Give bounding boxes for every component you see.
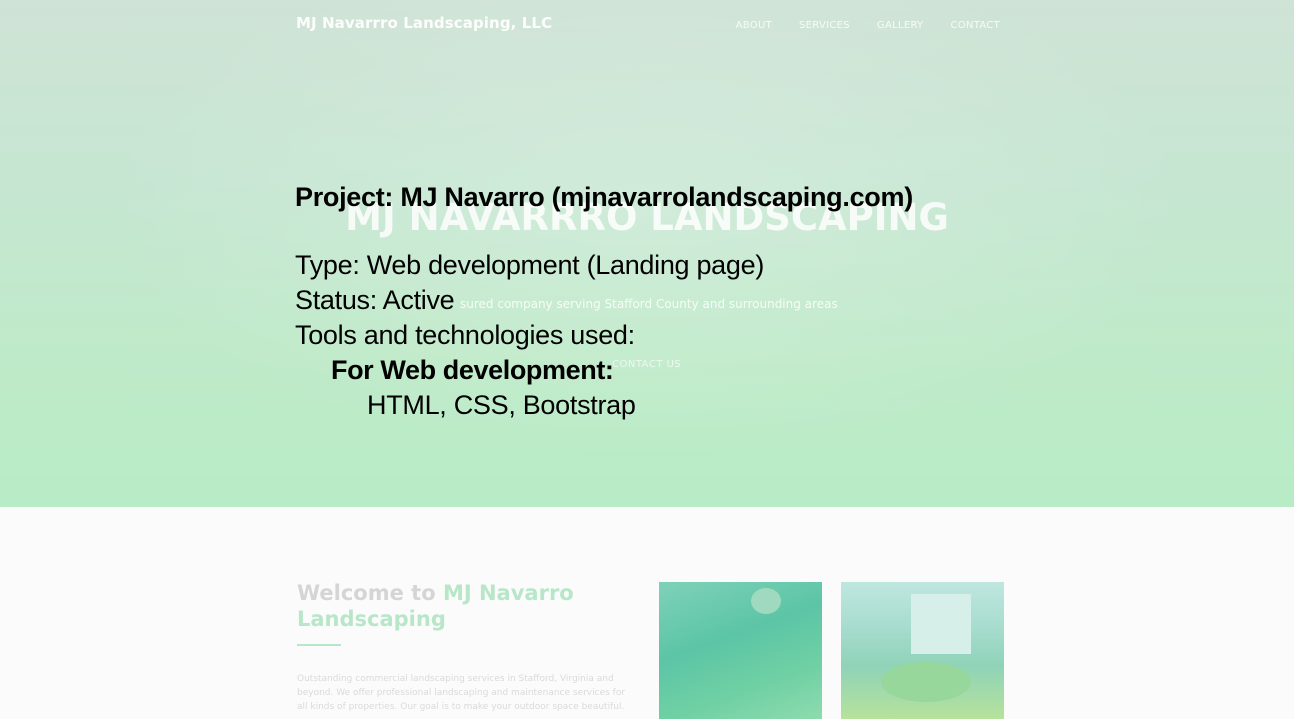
landing-page: MJ Navarrro Landscaping, LLC ABOUT SERVI… [0, 0, 1294, 719]
nav-services[interactable]: SERVICES [799, 20, 850, 31]
main-nav: ABOUT SERVICES GALLERY CONTACT [736, 20, 1000, 31]
project-status: Status: Active [295, 285, 455, 315]
tree-shape [751, 588, 781, 614]
nav-about[interactable]: ABOUT [736, 20, 772, 31]
welcome-body-text: Outstanding commercial landscaping servi… [297, 674, 626, 712]
nav-gallery[interactable]: GALLERY [877, 20, 924, 31]
tools-heading: Tools and technologies used: [295, 320, 635, 350]
web-dev-heading: For Web development: [331, 355, 614, 385]
project-title: Project: MJ Navarro (mjnavarrolandscapin… [295, 182, 913, 212]
brand-logo[interactable]: MJ Navarrro Landscaping, LLC [296, 14, 552, 32]
nav-contact[interactable]: CONTACT [950, 20, 1000, 31]
welcome-section: Welcome to MJ Navarro Landscaping Outsta… [297, 580, 625, 714]
house-wall-shape [911, 594, 971, 654]
welcome-heading-prefix: Welcome to [297, 581, 443, 605]
bush-shape [881, 662, 971, 702]
project-type: Type: Web development (Landing page) [295, 250, 765, 280]
heading-divider [297, 644, 341, 646]
house-garden-photo [841, 582, 1004, 719]
web-dev-tools: HTML, CSS, Bootstrap [367, 390, 636, 420]
welcome-heading: Welcome to MJ Navarro Landscaping [297, 580, 617, 632]
project-info-overlay: Project: MJ Navarro (mjnavarrolandscapin… [295, 178, 913, 423]
lawn-photo [659, 582, 822, 719]
